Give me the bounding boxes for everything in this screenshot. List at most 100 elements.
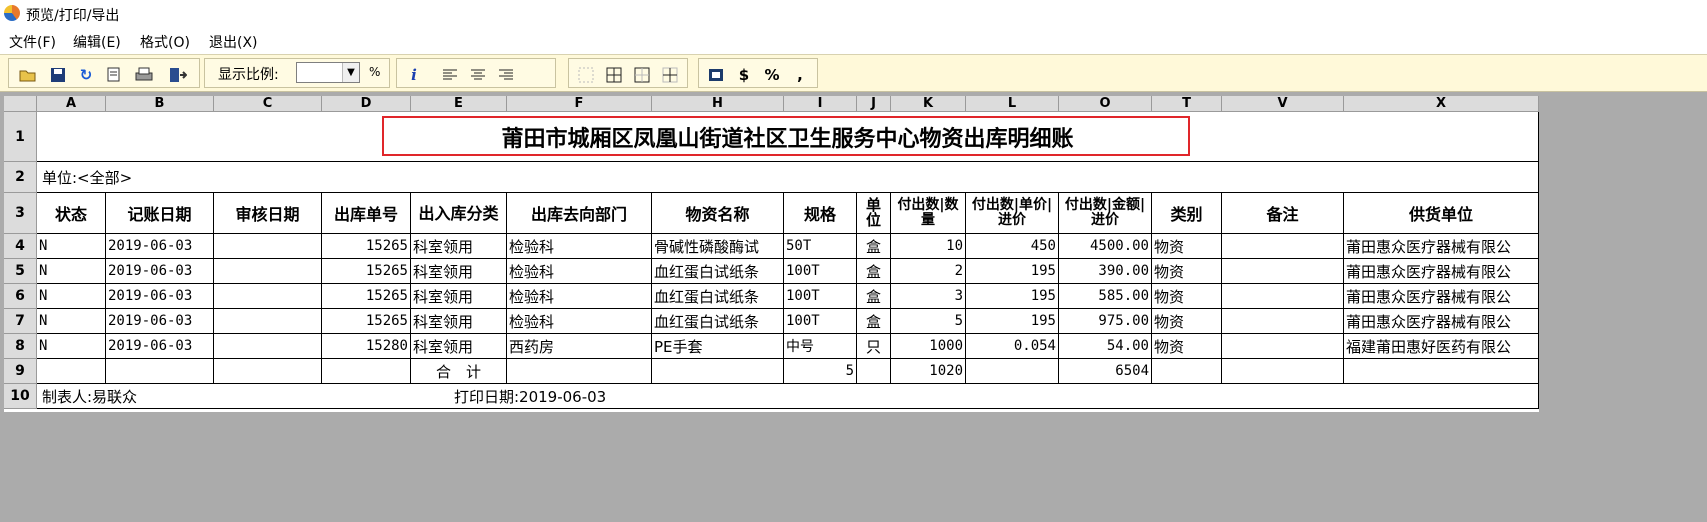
table-cell[interactable]: PE手套	[652, 334, 784, 359]
total-cell[interactable]	[507, 359, 652, 384]
open-icon[interactable]	[17, 64, 39, 86]
header-cell[interactable]: 物资名称	[652, 193, 784, 234]
column-header[interactable]: L	[966, 96, 1059, 112]
table-cell[interactable]: 骨碱性磷酸酶试	[652, 234, 784, 259]
header-cell[interactable]: 出库单号	[322, 193, 411, 234]
percent-icon[interactable]: %	[761, 64, 783, 86]
table-cell[interactable]: 莆田惠众医疗器械有限公	[1344, 259, 1539, 284]
header-cell[interactable]: 规格	[784, 193, 857, 234]
table-cell[interactable]: 莆田惠众医疗器械有限公	[1344, 234, 1539, 259]
table-cell[interactable]: 莆田惠众医疗器械有限公	[1344, 284, 1539, 309]
header-cell[interactable]: 记账日期	[106, 193, 214, 234]
table-cell[interactable]: 2019-06-03	[106, 334, 214, 359]
row-header[interactable]: 3	[4, 193, 37, 234]
header-cell[interactable]: 出入库分类	[411, 193, 507, 234]
outer-border-icon[interactable]	[631, 64, 653, 86]
table-cell[interactable]: 福建莆田惠好医药有限公	[1344, 334, 1539, 359]
column-header[interactable]: C	[214, 96, 322, 112]
table-cell[interactable]: 科室领用	[411, 234, 507, 259]
table-cell[interactable]: 100T	[784, 309, 857, 334]
table-cell[interactable]: 西药房	[507, 334, 652, 359]
table-cell[interactable]: 盒	[857, 234, 891, 259]
table-cell[interactable]: 血红蛋白试纸条	[652, 284, 784, 309]
table-cell[interactable]: 2019-06-03	[106, 309, 214, 334]
header-cell[interactable]: 类别	[1152, 193, 1222, 234]
table-cell[interactable]	[214, 259, 322, 284]
header-cell[interactable]: 审核日期	[214, 193, 322, 234]
table-cell[interactable]: 科室领用	[411, 334, 507, 359]
print-date-label[interactable]: 打印日期:2019-06-03	[454, 384, 606, 409]
row-header[interactable]: 8	[4, 334, 37, 359]
row-header[interactable]: 6	[4, 284, 37, 309]
column-header[interactable]: D	[322, 96, 411, 112]
row-header[interactable]: 2	[4, 162, 37, 193]
table-cell[interactable]: 2019-06-03	[106, 234, 214, 259]
save-icon[interactable]	[47, 64, 69, 86]
column-header[interactable]: X	[1344, 96, 1539, 112]
column-header[interactable]: F	[507, 96, 652, 112]
table-cell[interactable]: 0.054	[966, 334, 1059, 359]
zoom-select[interactable]: ▼	[296, 62, 360, 83]
table-cell[interactable]: 15280	[322, 334, 411, 359]
align-right-icon[interactable]	[495, 64, 517, 86]
table-cell[interactable]: 2019-06-03	[106, 284, 214, 309]
menu-file[interactable]: 文件(F)	[9, 32, 56, 52]
header-cell[interactable]: 状态	[37, 193, 106, 234]
table-cell[interactable]: 100T	[784, 284, 857, 309]
table-cell[interactable]: 390.00	[1059, 259, 1152, 284]
header-cell[interactable]: 备注	[1222, 193, 1344, 234]
menu-format[interactable]: 格式(O)	[140, 32, 190, 52]
total-cell[interactable]	[1344, 359, 1539, 384]
header-cell[interactable]: 出库去向部门	[507, 193, 652, 234]
column-header[interactable]: A	[37, 96, 106, 112]
table-cell[interactable]: 科室领用	[411, 259, 507, 284]
table-cell[interactable]	[214, 284, 322, 309]
table-cell[interactable]: 450	[966, 234, 1059, 259]
column-header[interactable]: K	[891, 96, 966, 112]
table-cell[interactable]	[214, 334, 322, 359]
total-cell[interactable]	[322, 359, 411, 384]
info-icon[interactable]: i	[403, 64, 425, 86]
menu-exit[interactable]: 退出(X)	[209, 32, 258, 52]
total-quantity[interactable]: 1020	[891, 359, 966, 384]
total-cell[interactable]	[1222, 359, 1344, 384]
table-cell[interactable]	[1222, 309, 1344, 334]
header-cell[interactable]: 付出数|金额|进价	[1059, 193, 1152, 234]
table-cell[interactable]	[1222, 259, 1344, 284]
currency-icon[interactable]: $	[733, 64, 755, 86]
table-cell[interactable]: N	[37, 284, 106, 309]
table-cell[interactable]: 2	[891, 259, 966, 284]
table-cell[interactable]: 盒	[857, 259, 891, 284]
table-cell[interactable]: 4500.00	[1059, 234, 1152, 259]
total-label[interactable]: 合 计	[411, 359, 507, 384]
table-cell[interactable]: 975.00	[1059, 309, 1152, 334]
table-cell[interactable]: 15265	[322, 309, 411, 334]
row-header[interactable]: 4	[4, 234, 37, 259]
row-header[interactable]: 7	[4, 309, 37, 334]
total-cell[interactable]	[966, 359, 1059, 384]
table-cell[interactable]: 5	[891, 309, 966, 334]
total-cell[interactable]	[214, 359, 322, 384]
table-cell[interactable]: 物资	[1152, 334, 1222, 359]
table-cell[interactable]: 195	[966, 309, 1059, 334]
header-cell[interactable]: 付出数|单价|进价	[966, 193, 1059, 234]
all-borders-icon[interactable]	[603, 64, 625, 86]
table-cell[interactable]: 检验科	[507, 259, 652, 284]
table-cell[interactable]: 物资	[1152, 259, 1222, 284]
corner-cell[interactable]	[4, 96, 37, 112]
table-cell[interactable]: 检验科	[507, 284, 652, 309]
table-cell[interactable]: 物资	[1152, 284, 1222, 309]
table-cell[interactable]: 100T	[784, 259, 857, 284]
table-cell[interactable]: 科室领用	[411, 284, 507, 309]
table-cell[interactable]: 1000	[891, 334, 966, 359]
table-cell[interactable]: N	[37, 309, 106, 334]
table-cell[interactable]: 15265	[322, 259, 411, 284]
print-preview-icon[interactable]	[103, 64, 125, 86]
table-cell[interactable]: 54.00	[1059, 334, 1152, 359]
table-cell[interactable]: 盒	[857, 309, 891, 334]
refresh-icon[interactable]: ↻	[75, 64, 97, 86]
column-header[interactable]: V	[1222, 96, 1344, 112]
header-cell[interactable]: 供货单位	[1344, 193, 1539, 234]
table-cell[interactable]	[1222, 234, 1344, 259]
table-cell[interactable]: 只	[857, 334, 891, 359]
